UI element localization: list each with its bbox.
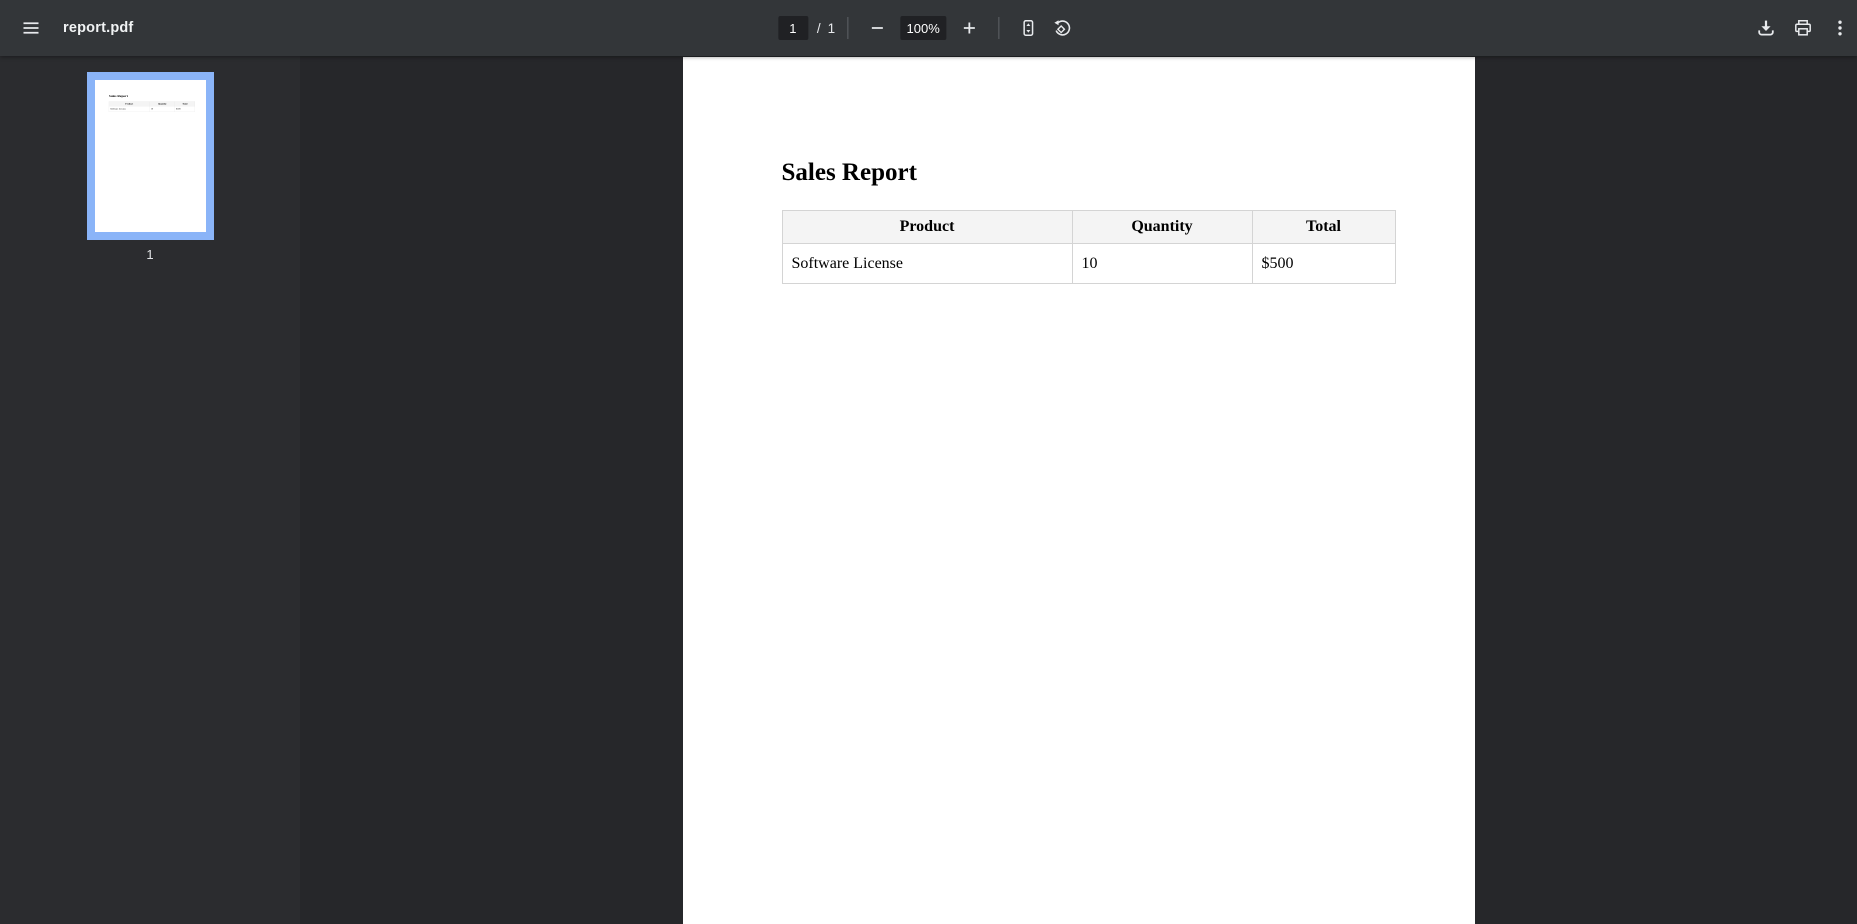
column-header-product: Product — [781, 210, 1073, 244]
table-row: Software License 10 $500 — [781, 243, 1396, 284]
thumb-cell: 10 — [149, 106, 175, 112]
column-header-total: Total — [1251, 210, 1396, 244]
thumb-cell: $500 — [174, 106, 195, 112]
more-options-button[interactable] — [1823, 11, 1857, 45]
fit-to-page-button[interactable] — [1011, 11, 1045, 45]
zoom-level-field[interactable]: 100% — [900, 16, 947, 40]
page-number-input[interactable] — [777, 16, 808, 40]
three-dot-menu-icon — [1830, 18, 1850, 38]
printer-icon — [1793, 18, 1813, 38]
minus-icon — [867, 18, 887, 38]
zoom-in-button[interactable] — [952, 11, 986, 45]
download-icon — [1756, 18, 1776, 38]
thumbnail-table: Product Quantity Total Software License … — [108, 101, 195, 112]
download-button[interactable] — [1749, 11, 1783, 45]
viewer-content: Sales Report Product Quantity Total Soft… — [0, 56, 1857, 924]
cell-total: $500 — [1251, 243, 1396, 284]
thumbnail-heading: Sales Report — [108, 94, 128, 99]
menu-button[interactable] — [14, 11, 48, 45]
rotate-counterclockwise-icon — [1052, 18, 1072, 38]
document-title: report.pdf — [63, 20, 134, 36]
plus-icon — [959, 18, 979, 38]
page-1-thumbnail[interactable]: Sales Report Product Quantity Total Soft… — [86, 72, 214, 240]
thumb-table-row: Software License 10 $500 — [108, 106, 195, 112]
rotate-button[interactable] — [1045, 11, 1079, 45]
page-count: 1 — [827, 20, 836, 36]
thumb-cell: Software License — [108, 106, 150, 112]
toolbar-divider — [847, 17, 849, 39]
pdf-page-1: Sales Report Product Quantity Total Soft… — [682, 57, 1475, 924]
table-header-row: Product Quantity Total — [781, 210, 1396, 244]
print-button[interactable] — [1786, 11, 1820, 45]
zoom-out-button[interactable] — [860, 11, 894, 45]
hamburger-menu-icon — [21, 18, 41, 38]
cell-product: Software License — [781, 243, 1073, 284]
pdf-viewer-area: Sales Report Product Quantity Total Soft… — [300, 56, 1857, 924]
thumbnail-page-preview: Sales Report Product Quantity Total Soft… — [94, 80, 206, 232]
toolbar-center-controls: / 1 100% — [777, 0, 1079, 56]
fit-to-page-icon — [1018, 18, 1038, 38]
column-header-quantity: Quantity — [1071, 210, 1253, 244]
thumbnail-page-label: 1 — [146, 247, 154, 262]
page-title: Sales Report — [781, 159, 917, 186]
sales-table: Product Quantity Total Software License … — [781, 210, 1396, 284]
pdf-viewer-toolbar: report.pdf / 1 100% — [0, 0, 1857, 56]
toolbar-divider — [998, 17, 1000, 39]
toolbar-left-section: report.pdf — [0, 11, 133, 45]
thumbnail-sidebar: Sales Report Product Quantity Total Soft… — [0, 56, 300, 924]
toolbar-right-section — [1749, 11, 1857, 45]
cell-quantity: 10 — [1071, 243, 1253, 284]
page-separator: / — [816, 20, 821, 36]
